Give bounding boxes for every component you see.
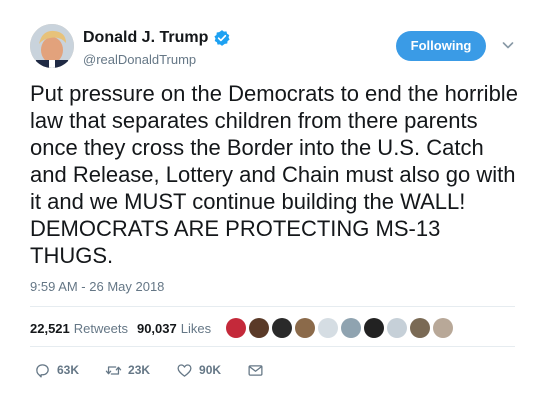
tweet-timestamp[interactable]: 9:59 AM - 26 May 2018 (30, 279, 164, 294)
retweet-icon (105, 365, 122, 375)
liker-avatar[interactable] (364, 318, 385, 338)
liker-avatar[interactable] (249, 318, 270, 338)
liker-avatar[interactable] (341, 318, 362, 338)
liker-avatar[interactable] (387, 318, 408, 338)
retweets-count[interactable]: 22,521 (30, 321, 70, 336)
verified-badge-icon (214, 30, 230, 46)
following-button[interactable]: Following (396, 31, 486, 61)
display-name-row: Donald J. Trump (83, 28, 231, 48)
retweet-count: 23K (128, 363, 151, 377)
user-handle[interactable]: @realDonaldTrump (83, 52, 231, 67)
reply-count: 63K (57, 363, 80, 377)
likes-count[interactable]: 90,037 (137, 321, 177, 336)
likes-label[interactable]: Likes (181, 321, 211, 336)
liker-avatar[interactable] (433, 318, 454, 338)
liker-avatar[interactable] (226, 318, 247, 338)
heart-icon (177, 363, 192, 377)
tweet-header: Donald J. Trump @realDonaldTrump Followi… (30, 22, 520, 72)
divider (30, 306, 515, 307)
liker-avatar[interactable] (272, 318, 293, 338)
user-names: Donald J. Trump @realDonaldTrump (83, 28, 231, 67)
tweet-actions: 63K 23K 90K (34, 361, 290, 379)
liker-avatar[interactable] (295, 318, 316, 338)
retweet-button[interactable]: 23K (105, 362, 150, 379)
envelope-icon (248, 364, 263, 376)
avatar[interactable] (30, 24, 74, 68)
direct-message-button[interactable] (247, 362, 264, 379)
like-button[interactable]: 90K (176, 362, 221, 379)
like-count: 90K (199, 363, 222, 377)
retweets-label[interactable]: Retweets (74, 321, 128, 336)
divider (30, 346, 515, 347)
display-name[interactable]: Donald J. Trump (83, 29, 208, 47)
liker-avatar[interactable] (410, 318, 431, 338)
chevron-down-icon[interactable] (500, 37, 516, 53)
reply-button[interactable]: 63K (34, 362, 79, 379)
tweet-stats: 22,521 Retweets 90,037 Likes (30, 316, 456, 340)
liker-avatars (226, 318, 456, 338)
tweet-text: Put pressure on the Democrats to end the… (30, 81, 518, 268)
reply-icon (36, 363, 49, 378)
liker-avatar[interactable] (318, 318, 339, 338)
